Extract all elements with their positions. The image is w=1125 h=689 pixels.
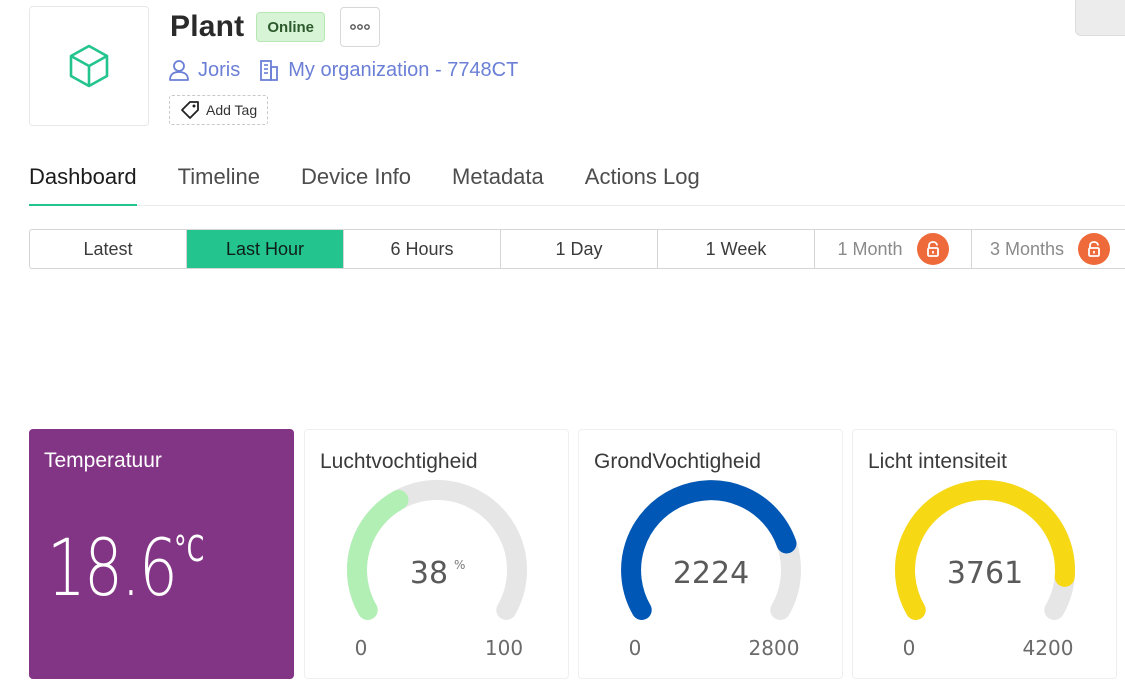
widget-title: Temperatuur — [44, 449, 162, 472]
more-button[interactable] — [340, 7, 380, 47]
device-meta: Joris My organization - 7748CT — [168, 56, 518, 84]
tab-bar: Dashboard Timeline Device Info Metadata … — [29, 160, 1125, 206]
gauge-min: 0 — [355, 636, 368, 660]
range-1-week[interactable]: 1 Week — [658, 230, 815, 268]
range-1-month[interactable]: 1 Month — [815, 230, 972, 268]
device-icon-box — [29, 6, 149, 126]
light-gauge: 3761 0 4200 — [895, 480, 1075, 660]
range-label: 1 Month — [837, 238, 903, 259]
add-tag-label: Add Tag — [206, 102, 258, 118]
soil-gauge: 2224 0 2800 — [621, 480, 801, 660]
humidity-gauge: 38 % 0 100 — [347, 480, 527, 660]
gauge-fill — [347, 489, 409, 620]
corner-widget[interactable] — [1075, 0, 1125, 36]
gauge-max: 100 — [485, 636, 523, 660]
range-label: 6 Hours — [390, 238, 454, 259]
range-label: Latest — [83, 238, 133, 259]
lock-icon — [1078, 233, 1111, 265]
range-last-hour[interactable]: Last Hour — [187, 230, 344, 268]
light-intensity-widget: Licht intensiteit 3761 0 4200 — [852, 429, 1117, 679]
page-title: Plant — [170, 10, 245, 43]
temperature-unit: °C — [174, 529, 205, 570]
range-6-hours[interactable]: 6 Hours — [344, 230, 501, 268]
tab-timeline[interactable]: Timeline — [178, 160, 260, 206]
range-label: Last Hour — [225, 238, 305, 259]
tab-device-info[interactable]: Device Info — [301, 160, 411, 206]
time-range-selector: Latest Last Hour 6 Hours 1 Day 1 Week 1 … — [29, 229, 1125, 269]
range-label: 1 Week — [705, 238, 767, 259]
gauge-min: 0 — [903, 636, 916, 660]
gauge-value: 38 — [410, 556, 448, 591]
humidity-widget: Luchtvochtigheid 38 % 0 100 — [304, 429, 569, 679]
more-icon — [350, 24, 370, 30]
tab-metadata[interactable]: Metadata — [452, 160, 544, 206]
gauge-min: 0 — [629, 636, 642, 660]
range-label: 1 Day — [555, 238, 603, 259]
owner-name: Joris — [198, 58, 241, 81]
range-label: 3 Months — [989, 238, 1065, 259]
owner-link[interactable]: Joris — [168, 59, 240, 82]
gauge-unit: % — [454, 558, 465, 572]
status-badge: Online — [256, 12, 326, 42]
gauge-max: 2800 — [749, 636, 800, 660]
gauge-value: 2224 — [673, 556, 749, 591]
lock-icon — [916, 233, 949, 265]
range-3-months[interactable]: 3 Months — [972, 230, 1125, 268]
tag-icon — [181, 101, 199, 119]
gauge-value: 3761 — [947, 556, 1023, 591]
add-tag-button[interactable]: Add Tag — [169, 95, 269, 125]
cube-icon — [69, 44, 109, 88]
soil-moisture-widget: GrondVochtigheid 2224 0 2800 — [578, 429, 843, 679]
tab-dashboard[interactable]: Dashboard — [29, 160, 137, 206]
gauge-fill — [621, 480, 797, 620]
gauge-max: 4200 — [1023, 636, 1074, 660]
organization-name: My organization - 7748CT — [288, 58, 519, 81]
temperature-widget: Temperatuur 18.6 °C — [29, 429, 294, 679]
range-latest[interactable]: Latest — [30, 230, 187, 268]
temperature-value: 18.6 — [47, 524, 178, 614]
building-icon — [260, 60, 279, 81]
organization-link[interactable]: My organization - 7748CT — [258, 59, 518, 82]
gauge-fill — [895, 480, 1075, 620]
tab-actions-log[interactable]: Actions Log — [585, 160, 700, 206]
range-1-day[interactable]: 1 Day — [501, 230, 658, 268]
title-row: Plant Online — [170, 8, 326, 46]
user-icon — [169, 60, 189, 81]
